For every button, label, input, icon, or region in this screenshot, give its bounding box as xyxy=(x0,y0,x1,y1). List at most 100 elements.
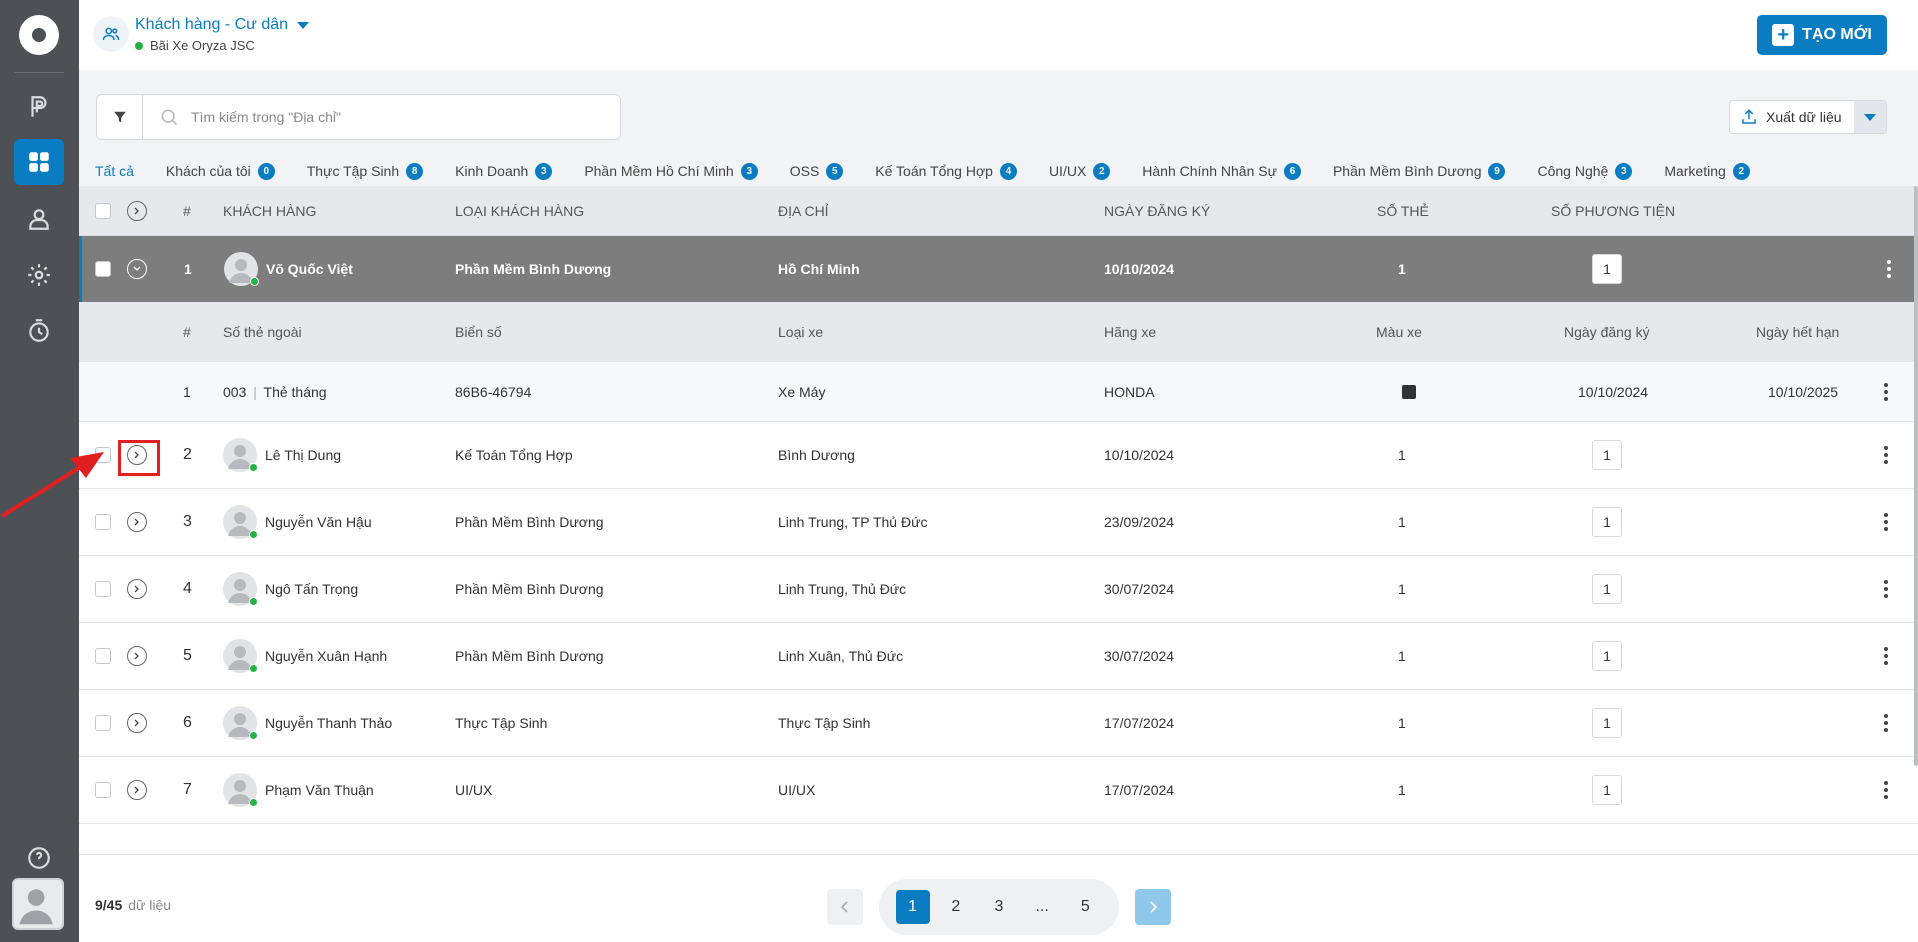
more-icon[interactable] xyxy=(1884,647,1888,665)
record-count: 9/45 dữ liệu xyxy=(95,897,172,913)
page-number[interactable]: ... xyxy=(1025,890,1059,924)
tab-item[interactable]: UI/UX 2 xyxy=(1048,156,1111,186)
customer-name[interactable]: Nguyễn Thanh Thảo xyxy=(265,715,392,731)
tab-item[interactable]: Tất cả xyxy=(95,156,134,189)
table-row[interactable]: 5 Nguyễn Xuân Hạnh Phần Mềm Bình Dương Linh… xyxy=(79,623,1918,690)
user-avatar[interactable] xyxy=(12,878,64,930)
topbar: Khách hàng - Cư dân Bãi Xe Oryza JSC + T… xyxy=(79,0,1918,70)
row-checkbox[interactable] xyxy=(95,648,111,664)
tab-item[interactable]: Khách của tôi 0 xyxy=(166,156,275,186)
expand-all-button[interactable] xyxy=(127,200,147,221)
logo-icon[interactable] xyxy=(19,15,59,55)
page-number[interactable]: 3 xyxy=(982,890,1016,924)
table-row[interactable]: 4 Ngô Tấn Trọng Phần Mềm Bình Dương Linh Tr… xyxy=(79,556,1918,623)
tab-item[interactable]: Kế Toán Tổng Hợp 4 xyxy=(875,156,1017,186)
vehicle-count[interactable]: 1 xyxy=(1592,574,1622,604)
customer-type: Phần Mềm Bình Dương xyxy=(455,648,604,664)
customer-name[interactable]: Lê Thị Dung xyxy=(265,447,341,463)
user-icon[interactable] xyxy=(14,196,64,242)
next-page-button[interactable] xyxy=(1135,889,1171,925)
expand-button[interactable] xyxy=(127,713,147,733)
column-address[interactable]: ĐỊA CHỈ xyxy=(778,203,829,219)
tab-item[interactable]: Marketing 2 xyxy=(1664,156,1750,186)
column-vehicles[interactable]: SỐ PHƯƠNG TIỆN xyxy=(1551,203,1675,219)
tab-item[interactable]: Công Nghệ 3 xyxy=(1537,156,1633,186)
vehicle-count[interactable]: 1 xyxy=(1592,254,1622,284)
expand-button[interactable] xyxy=(127,512,147,532)
page-list: 1 2 3... 5 xyxy=(879,879,1119,935)
more-icon[interactable] xyxy=(1884,781,1888,799)
column-cards[interactable]: SỐ THẺ xyxy=(1377,203,1429,219)
customer-type: Phần Mềm Bình Dương xyxy=(455,514,604,530)
row-checkbox[interactable] xyxy=(95,715,111,731)
column-date[interactable]: NGÀY ĐĂNG KÝ xyxy=(1104,203,1210,219)
tab-item[interactable]: Thực Tập Sinh 8 xyxy=(307,156,424,186)
customer-name[interactable]: Nguyễn Văn Hậu xyxy=(265,514,372,530)
customer-address: UI/UX xyxy=(778,782,816,798)
tab-item[interactable]: OSS 5 xyxy=(790,156,844,186)
table-row[interactable]: 6 Nguyễn Thanh Thảo Thực Tập Sinh Thực Tập … xyxy=(79,690,1918,757)
register-date: 17/07/2024 xyxy=(1104,782,1175,798)
search-input[interactable] xyxy=(191,109,591,125)
more-icon[interactable] xyxy=(1884,580,1888,598)
row-checkbox[interactable] xyxy=(95,581,111,597)
page-number[interactable]: 1 xyxy=(895,890,930,924)
more-icon[interactable] xyxy=(1887,260,1891,278)
pagination-bar: 9/45 dữ liệu 1 2 3... 5 xyxy=(79,854,1918,942)
tab-item[interactable]: Phần Mềm Hồ Chí Minh 3 xyxy=(584,156,758,186)
vehicle-count[interactable]: 1 xyxy=(1592,440,1622,470)
more-icon[interactable] xyxy=(1884,513,1888,531)
page-number[interactable]: 2 xyxy=(939,890,973,924)
collapse-button[interactable] xyxy=(127,259,147,279)
customer-address: Linh Trung, Thủ Đức xyxy=(778,581,907,597)
table-row[interactable]: 7 Phạm Văn Thuận UI/UX UI/UX 17/07/2024 1 1 xyxy=(79,757,1918,824)
tab-item[interactable]: Kinh Doanh 3 xyxy=(455,156,553,186)
settings-icon[interactable] xyxy=(14,252,64,298)
dashboard-icon[interactable] xyxy=(14,139,64,185)
vehicle-row[interactable]: 1 003 | Thẻ tháng 86B6-46794 Xe Máy HOND… xyxy=(79,362,1918,422)
row-checkbox[interactable] xyxy=(95,782,111,798)
parking-icon[interactable] xyxy=(14,84,64,130)
more-icon[interactable] xyxy=(1884,446,1888,464)
row-index: 5 xyxy=(183,647,192,664)
expand-button[interactable] xyxy=(127,646,147,666)
more-icon[interactable] xyxy=(1884,382,1888,401)
vehicle-count[interactable]: 1 xyxy=(1592,507,1622,537)
expand-button[interactable] xyxy=(127,780,147,800)
column-type[interactable]: LOẠI KHÁCH HÀNG xyxy=(455,203,584,219)
export-button[interactable]: Xuất dữ liệu xyxy=(1730,108,1854,126)
chevron-down-icon[interactable] xyxy=(297,22,309,29)
filter-button[interactable] xyxy=(97,95,143,139)
help-icon[interactable] xyxy=(14,835,64,881)
more-icon[interactable] xyxy=(1884,714,1888,732)
chevron-right-icon xyxy=(134,786,139,794)
avatar xyxy=(223,438,258,472)
expand-button[interactable] xyxy=(127,579,147,599)
export-caret-button[interactable] xyxy=(1854,101,1886,133)
column-customer[interactable]: KHÁCH HÀNG xyxy=(223,203,316,219)
tab-item[interactable]: Hành Chính Nhân Sự 6 xyxy=(1142,156,1301,186)
row-checkbox[interactable] xyxy=(95,261,111,277)
customer-name[interactable]: Võ Quốc Việt xyxy=(266,261,353,277)
table-row[interactable]: 3 Nguyễn Văn Hậu Phần Mềm Bình Dương Linh T… xyxy=(79,489,1918,556)
prev-page-button[interactable] xyxy=(827,889,863,925)
scrollbar[interactable] xyxy=(1914,186,1918,766)
avatar xyxy=(224,252,259,286)
customer-name[interactable]: Phạm Văn Thuận xyxy=(265,782,374,798)
register-date: 10/10/2024 xyxy=(1104,447,1175,463)
register-date: 30/07/2024 xyxy=(1104,648,1175,664)
customer-name[interactable]: Ngô Tấn Trọng xyxy=(265,581,358,597)
vehicle-count[interactable]: 1 xyxy=(1592,775,1622,805)
create-button[interactable]: + TẠO MỚI xyxy=(1757,15,1887,55)
tab-item[interactable]: Phần Mềm Bình Dương 9 xyxy=(1333,156,1506,186)
tab-label: UI/UX xyxy=(1048,163,1087,179)
page-number[interactable]: 5 xyxy=(1068,890,1102,924)
vehicle-count[interactable]: 1 xyxy=(1592,641,1622,671)
page-title[interactable]: Khách hàng - Cư dân xyxy=(135,16,288,34)
history-icon[interactable] xyxy=(14,308,64,354)
table-row[interactable]: 2 Lê Thị Dung Kế Toán Tổng Hợp Bình Dương 10… xyxy=(79,422,1918,489)
table-row-expanded[interactable]: 1 Võ Quốc Việt Phần Mềm Bình Dương Hồ Ch… xyxy=(79,236,1918,302)
select-all-checkbox[interactable] xyxy=(95,202,111,219)
customer-name[interactable]: Nguyễn Xuân Hạnh xyxy=(265,648,387,664)
vehicle-count[interactable]: 1 xyxy=(1592,708,1622,738)
